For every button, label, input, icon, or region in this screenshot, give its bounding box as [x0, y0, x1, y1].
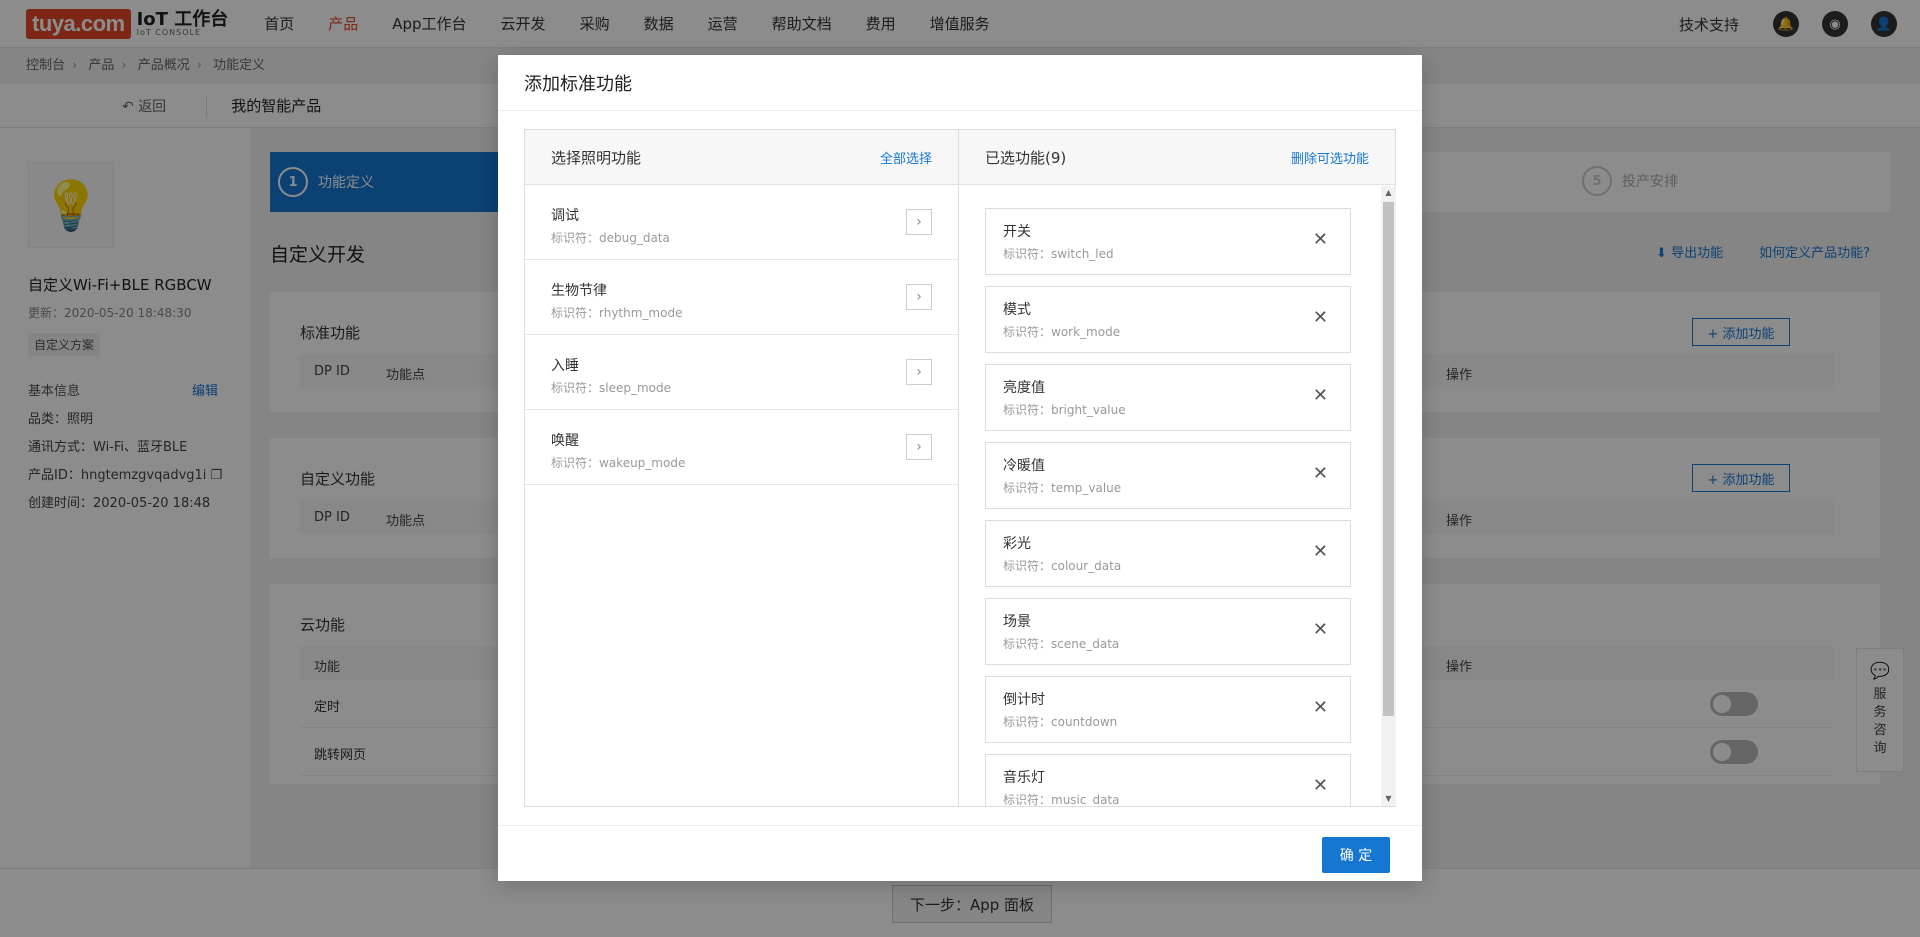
chevron-right-icon: ›	[916, 214, 922, 230]
item-identifier: 标识符：switch_led	[1003, 247, 1114, 261]
close-icon[interactable]: ✕	[1313, 229, 1328, 250]
item-name: 场景	[1003, 614, 1031, 630]
item-name: 音乐灯	[1003, 770, 1045, 786]
add-standard-function-dialog: 添加标准功能 选择照明功能 全部选择 调试 标识符：debug_data › 生…	[498, 55, 1422, 881]
close-icon[interactable]: ✕	[1313, 541, 1328, 562]
add-item-button[interactable]: ›	[906, 359, 932, 385]
scroll-thumb[interactable]	[1383, 202, 1394, 716]
item-name: 彩光	[1003, 536, 1031, 552]
available-title: 选择照明功能	[551, 148, 642, 167]
item-identifier: 标识符：scene_data	[1003, 637, 1120, 651]
item-identifier: 标识符：bright_value	[1003, 403, 1126, 417]
chevron-right-icon: ›	[916, 439, 922, 455]
add-item-button[interactable]: ›	[906, 209, 932, 235]
selected-item: 场景 标识符：scene_data ✕	[985, 598, 1351, 665]
selected-item: 倒计时 标识符：countdown ✕	[985, 676, 1351, 743]
selected-item: 模式 标识符：work_mode ✕	[985, 286, 1351, 353]
item-identifier: 标识符：work_mode	[1003, 325, 1121, 339]
list-item: 生物节律 标识符：rhythm_mode ›	[525, 260, 958, 335]
item-name: 唤醒	[551, 433, 579, 449]
close-icon[interactable]: ✕	[1313, 697, 1328, 718]
item-identifier: 标识符：rhythm_mode	[551, 306, 683, 320]
delete-optional-link[interactable]: 删除可选功能	[1291, 148, 1369, 167]
selected-item: 亮度值 标识符：bright_value ✕	[985, 364, 1351, 431]
select-all-link[interactable]: 全部选择	[880, 148, 932, 167]
selected-item: 彩光 标识符：colour_data ✕	[985, 520, 1351, 587]
close-icon[interactable]: ✕	[1313, 775, 1328, 796]
available-functions-pane: 选择照明功能 全部选择 调试 标识符：debug_data › 生物节律 标识符…	[525, 130, 959, 806]
item-name: 生物节律	[551, 283, 607, 299]
close-icon[interactable]: ✕	[1313, 385, 1328, 406]
item-identifier: 标识符：colour_data	[1003, 559, 1122, 573]
selected-list[interactable]: 开关 标识符：switch_led ✕ 模式 标识符：work_mode ✕ 亮…	[959, 186, 1396, 806]
item-name: 倒计时	[1003, 692, 1045, 708]
selected-item: 开关 标识符：switch_led ✕	[985, 208, 1351, 275]
dialog-title: 添加标准功能	[498, 55, 1422, 111]
close-icon[interactable]: ✕	[1313, 619, 1328, 640]
close-icon[interactable]: ✕	[1313, 463, 1328, 484]
selected-item: 音乐灯 标识符：music_data ✕	[985, 754, 1351, 806]
function-transfer: 选择照明功能 全部选择 调试 标识符：debug_data › 生物节律 标识符…	[524, 129, 1396, 807]
item-identifier: 标识符：sleep_mode	[551, 381, 672, 395]
scrollbar[interactable]: ▲ ▼	[1381, 186, 1396, 806]
item-name: 入睡	[551, 358, 579, 374]
selected-item: 冷暖值 标识符：temp_value ✕	[985, 442, 1351, 509]
scroll-up-icon[interactable]: ▲	[1381, 186, 1396, 200]
item-name: 亮度值	[1003, 380, 1045, 396]
item-identifier: 标识符：temp_value	[1003, 481, 1122, 495]
selected-title: 已选功能(9)	[985, 148, 1067, 167]
item-name: 冷暖值	[1003, 458, 1045, 474]
list-item: 唤醒 标识符：wakeup_mode ›	[525, 410, 958, 485]
add-item-button[interactable]: ›	[906, 434, 932, 460]
item-identifier: 标识符：countdown	[1003, 715, 1118, 729]
close-icon[interactable]: ✕	[1313, 307, 1328, 328]
item-identifier: 标识符：debug_data	[551, 231, 670, 245]
item-identifier: 标识符：wakeup_mode	[551, 456, 686, 470]
item-name: 调试	[551, 208, 579, 224]
list-item: 入睡 标识符：sleep_mode ›	[525, 335, 958, 410]
confirm-button[interactable]: 确 定	[1322, 837, 1390, 873]
item-name: 开关	[1003, 224, 1031, 240]
scroll-down-icon[interactable]: ▼	[1381, 792, 1396, 806]
chevron-right-icon: ›	[916, 364, 922, 380]
chevron-right-icon: ›	[916, 289, 922, 305]
item-name: 模式	[1003, 302, 1031, 318]
item-identifier: 标识符：music_data	[1003, 793, 1120, 806]
dialog-footer: 确 定	[498, 825, 1422, 881]
selected-functions-pane: 已选功能(9) 删除可选功能 开关 标识符：switch_led ✕ 模式 标识…	[959, 130, 1396, 806]
list-item: 调试 标识符：debug_data ›	[525, 185, 958, 260]
add-item-button[interactable]: ›	[906, 284, 932, 310]
